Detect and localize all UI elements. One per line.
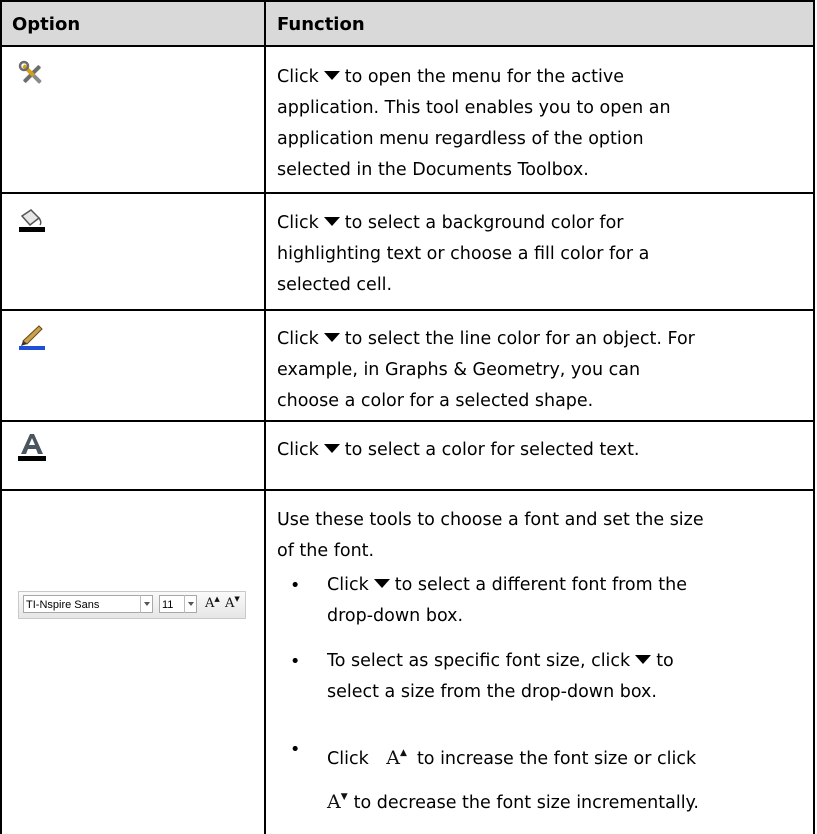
dropdown-arrow-icon — [635, 655, 652, 664]
bullet-text: Click to select a different font from the… — [327, 575, 687, 626]
increase-font-icon: A▲ — [386, 747, 407, 769]
table-header — [2, 0, 813, 45]
table-border-right — [813, 0, 815, 834]
dropdown-arrow-icon — [323, 444, 340, 453]
column-divider — [264, 0, 266, 834]
row-description: Use these tools to choose a font and set… — [277, 510, 704, 561]
table-border-top — [2, 0, 813, 2]
decrease-font-icon: A▼ — [225, 595, 240, 611]
row-description: Click to select a background color for hi… — [277, 213, 650, 295]
row-divider — [2, 45, 813, 47]
bullet: • — [290, 576, 301, 596]
row-description: Click to select the line color for an obj… — [277, 329, 695, 411]
chevron-down-icon — [140, 595, 153, 613]
fill-color-icon — [17, 206, 47, 234]
dropdown-arrow-icon — [323, 333, 340, 342]
chevron-down-icon — [184, 595, 197, 613]
bullet-text: To select as specific font size, click to… — [327, 651, 674, 702]
font-toolbar-icon: TI-Nspire Sans 11 A▲ A▼ — [18, 591, 246, 619]
tools-icon — [18, 60, 46, 88]
row-divider — [2, 192, 813, 194]
bullet: • — [290, 652, 301, 672]
bullet: • — [290, 740, 301, 760]
dropdown-arrow-icon — [323, 71, 340, 80]
row-divider — [2, 309, 813, 311]
font-name-dropdown: TI-Nspire Sans — [23, 595, 153, 613]
line-color-icon — [17, 323, 47, 351]
function-column-header: Function — [277, 14, 365, 35]
option-function-table: Option Function Click to open the menu fo… — [0, 0, 817, 834]
bullet-text: Click A▲ to increase the font size or cli… — [327, 747, 699, 813]
text-color-icon — [16, 432, 48, 462]
dropdown-arrow-icon — [323, 217, 340, 226]
decrease-font-icon: A▼ — [327, 791, 348, 813]
row-description: Click to select a color for selected text… — [277, 440, 640, 460]
table-border-left — [0, 0, 2, 834]
increase-font-icon: A▲ — [205, 595, 220, 611]
dropdown-arrow-icon — [373, 579, 390, 588]
row-divider — [2, 420, 813, 422]
option-column-header: Option — [12, 14, 81, 35]
row-divider — [2, 489, 813, 491]
row-description: Click to open the menu for the active app… — [277, 67, 671, 180]
